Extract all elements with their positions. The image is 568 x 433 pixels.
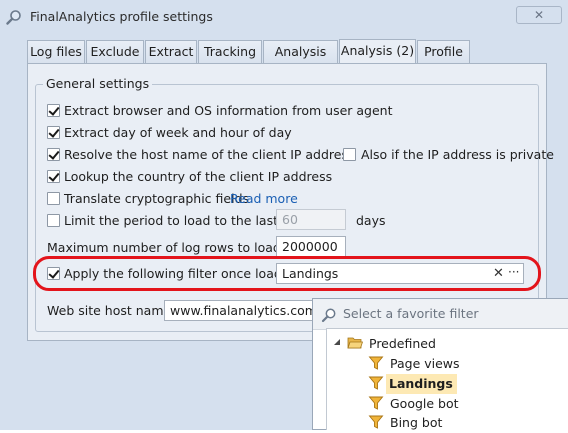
window-title: FinalAnalytics profile settings [30, 9, 213, 24]
limit-period-input[interactable]: 60 [276, 209, 346, 230]
limit-period-label: Limit the period to load to the last [64, 213, 279, 228]
tab-log-files[interactable]: Log files [27, 40, 85, 63]
limit-period-checkbox[interactable] [47, 214, 60, 227]
extract-browser-checkbox[interactable] [47, 104, 60, 117]
magnifier-icon [6, 10, 21, 25]
filter-funnel-icon [368, 356, 384, 370]
tab-tracking[interactable]: Tracking [198, 40, 262, 63]
lookup-country-label: Lookup the country of the client IP addr… [64, 169, 333, 184]
tree-item-bing-bot[interactable]: Bing bot [387, 413, 445, 433]
group-legend: General settings [43, 76, 153, 91]
filter-funnel-icon [368, 396, 384, 410]
translate-crypto-label: Translate cryptographic fields [64, 191, 250, 206]
private-ip-checkbox[interactable] [343, 148, 356, 161]
extract-browser-label: Extract browser and OS information from … [64, 103, 393, 118]
tree-item-landings[interactable]: Landings [386, 374, 457, 394]
search-icon [321, 308, 336, 323]
web-host-input[interactable]: www.finalanalytics.com [164, 300, 324, 321]
tab-extract[interactable]: Extract [145, 40, 197, 63]
resolve-host-label: Resolve the host name of the client IP a… [64, 147, 355, 162]
filter-funnel-icon [368, 415, 384, 429]
tree-item-page-views[interactable]: Page views [387, 354, 463, 374]
max-rows-input[interactable]: 2000000 [276, 236, 346, 257]
days-unit-label: days [356, 213, 386, 228]
resolve-host-checkbox[interactable] [47, 148, 60, 161]
read-more-link[interactable]: Read more [230, 191, 298, 206]
max-rows-label: Maximum number of log rows to load [47, 240, 281, 255]
tab-analysis-2[interactable]: Analysis (2) [339, 39, 416, 64]
filter-highlight-outline [33, 256, 541, 291]
lookup-country-checkbox[interactable] [47, 170, 60, 183]
folder-open-icon [347, 337, 363, 349]
tab-profile[interactable]: Profile [417, 40, 470, 63]
close-button[interactable]: ✕ [516, 6, 562, 24]
general-settings-group [35, 84, 539, 332]
collapse-arrow-icon[interactable] [332, 337, 342, 347]
translate-crypto-checkbox[interactable] [47, 192, 60, 205]
tab-exclude[interactable]: Exclude [86, 40, 144, 63]
extract-day-label: Extract day of week and hour of day [64, 125, 292, 140]
extract-day-checkbox[interactable] [47, 126, 60, 139]
tree-folder-predefined[interactable]: Predefined [369, 334, 436, 354]
tab-analysis-1[interactable]: Analysis (1) [263, 40, 338, 81]
filter-funnel-icon [368, 376, 384, 390]
tree-item-google-bot[interactable]: Google bot [387, 394, 462, 414]
popup-search-placeholder: Select a favorite filter [343, 306, 479, 321]
private-ip-label: Also if the IP address is private [361, 147, 554, 162]
popup-search-bar[interactable]: Select a favorite filter [313, 299, 568, 330]
title-bar: FinalAnalytics profile settings ✕ [0, 0, 568, 34]
web-host-label: Web site host name: [47, 303, 176, 318]
settings-window: FinalAnalytics profile settings ✕ Log fi… [0, 0, 568, 430]
